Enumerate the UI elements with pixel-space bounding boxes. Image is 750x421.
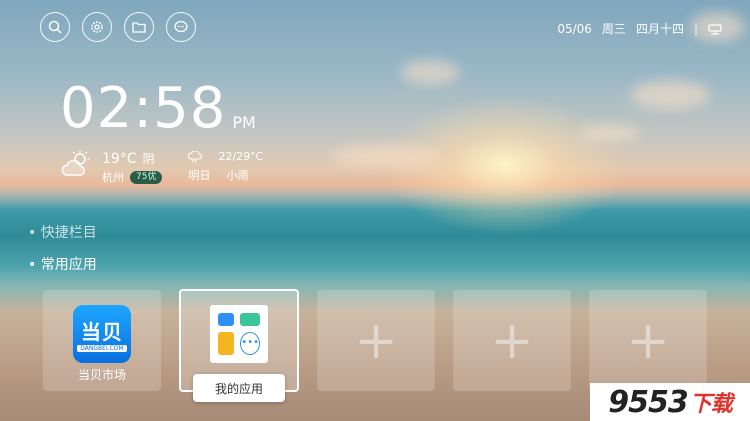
tile-label-focused: 我的应用 bbox=[193, 374, 285, 402]
search-icon bbox=[48, 20, 62, 34]
lunar-date-text: 四月十四 bbox=[635, 22, 684, 36]
tile-label: 当贝市场 bbox=[77, 368, 126, 382]
aqi-badge: 75优 bbox=[130, 170, 163, 184]
more-dots-icon: ••• bbox=[240, 331, 260, 355]
network-icon bbox=[708, 23, 722, 35]
dangbei-logo-icon: 当贝 DANGBEI.COM bbox=[73, 304, 131, 363]
settings-button[interactable] bbox=[82, 12, 112, 42]
status-separator: | bbox=[693, 21, 698, 36]
cloud-decoration bbox=[630, 80, 710, 110]
mini-app-icon bbox=[218, 331, 235, 355]
section-menu: • 快捷栏目 • 常用应用 bbox=[28, 222, 97, 286]
clock-widget: 02:58 PM bbox=[60, 80, 256, 138]
tomorrow-label: 明日 bbox=[188, 169, 211, 182]
cloud-decoration bbox=[580, 125, 640, 141]
file-manager-button[interactable] bbox=[124, 12, 154, 42]
tomorrow-temp-range: 22/29°C bbox=[218, 150, 264, 163]
mini-app-icon bbox=[240, 312, 260, 326]
folder-icon bbox=[132, 22, 146, 33]
status-bar: 05/06 周三 四月十四 | bbox=[557, 20, 722, 37]
mini-app-icon bbox=[218, 312, 235, 326]
menu-item-common-apps[interactable]: • 常用应用 bbox=[28, 254, 97, 286]
dangbei-logo-text: 当贝 bbox=[81, 319, 123, 344]
menu-item-shortcuts[interactable]: • 快捷栏目 bbox=[28, 222, 97, 254]
city-name: 杭州 bbox=[102, 171, 124, 184]
tomorrow-condition: 小雨 bbox=[226, 169, 249, 182]
today-temperature: 19°C bbox=[102, 150, 137, 167]
cloud-decoration bbox=[330, 145, 440, 167]
rain-cloud-icon bbox=[188, 150, 203, 163]
top-toolbar bbox=[40, 12, 196, 42]
watermark-suffix: 下载 bbox=[689, 392, 733, 417]
my-apps-grid-icon: ••• bbox=[210, 304, 268, 363]
cloud-decoration bbox=[400, 60, 460, 85]
chat-icon bbox=[174, 20, 188, 33]
gear-icon bbox=[91, 21, 103, 33]
weather-widget: 19°C 阴 杭州 75优 22/29°C 明日 小雨 bbox=[60, 150, 263, 185]
messages-button[interactable] bbox=[166, 12, 196, 42]
dangbei-logo-subtext: DANGBEI.COM bbox=[77, 344, 127, 352]
plus-icon: + bbox=[626, 310, 670, 371]
watermark-main: 9553 bbox=[608, 384, 688, 420]
plus-icon: + bbox=[490, 310, 534, 371]
today-condition: 阴 bbox=[142, 152, 155, 166]
tile-add-slot[interactable]: + bbox=[453, 290, 571, 391]
site-watermark: 9553 下载 bbox=[590, 383, 750, 421]
search-button[interactable] bbox=[40, 12, 70, 42]
tile-add-slot[interactable]: + bbox=[589, 290, 707, 391]
clock-ampm: PM bbox=[232, 113, 256, 132]
weekday-text: 周三 bbox=[601, 22, 626, 36]
tile-add-slot[interactable]: + bbox=[317, 290, 435, 391]
plus-icon: + bbox=[354, 310, 398, 371]
cloudy-sun-icon bbox=[61, 150, 90, 176]
clock-time: 02:58 bbox=[60, 76, 227, 141]
date-text: 05/06 bbox=[557, 21, 592, 36]
tile-my-apps[interactable]: ••• 我的应用 bbox=[179, 289, 299, 402]
app-tile-row: 当贝 DANGBEI.COM 当贝市场 ••• 我的应用 + + + bbox=[43, 289, 707, 402]
tile-dangbei-market[interactable]: 当贝 DANGBEI.COM 当贝市场 bbox=[43, 290, 161, 391]
